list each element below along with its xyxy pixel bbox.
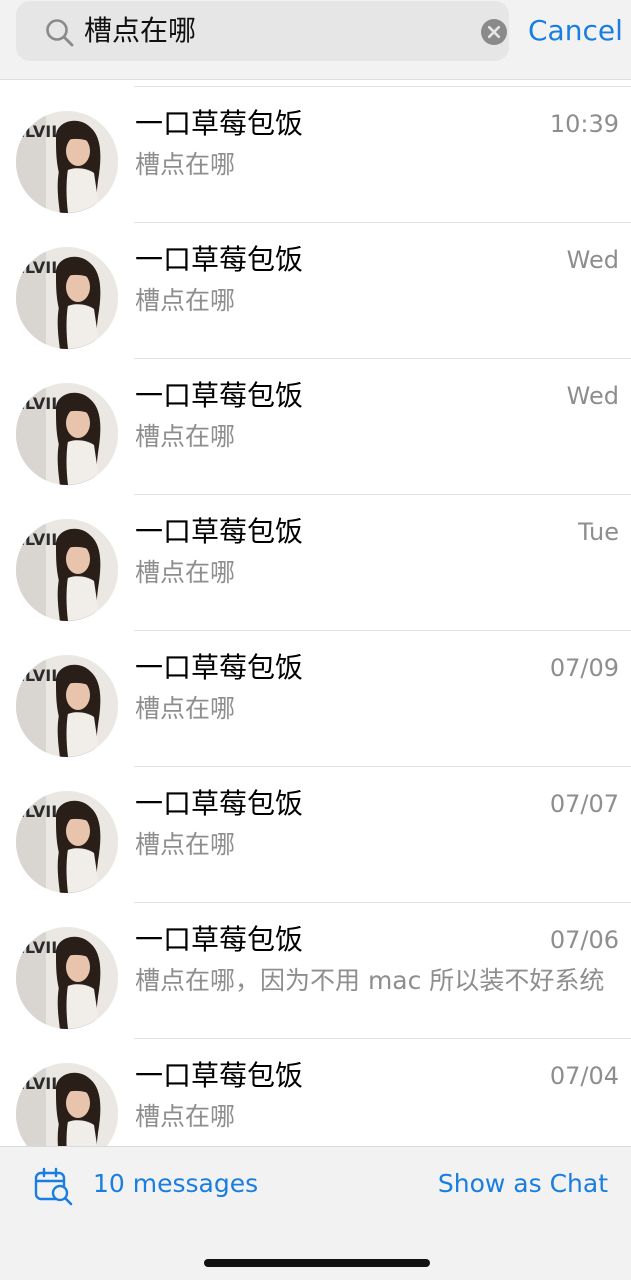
avatar[interactable]: ELVIL	[16, 791, 118, 893]
cancel-button[interactable]: Cancel	[528, 12, 623, 50]
svg-text:ELVIL: ELVIL	[16, 666, 61, 685]
contact-name: 一口草莓包饭	[135, 923, 304, 956]
result-row[interactable]: ELVIL 一口草莓包饭 Wed 槽点在哪	[0, 359, 631, 495]
contact-name: 一口草莓包饭	[135, 1059, 304, 1092]
message-time: Wed	[566, 382, 619, 410]
svg-text:ELVIL: ELVIL	[16, 802, 61, 821]
svg-text:ELVIL: ELVIL	[16, 938, 61, 957]
svg-text:ELVIL: ELVIL	[16, 122, 61, 141]
contact-name: 一口草莓包饭	[135, 787, 304, 820]
contact-name: 一口草莓包饭	[135, 243, 304, 276]
result-row[interactable]: ELVIL 一口草莓包饭 10:39 槽点在哪	[0, 87, 631, 223]
contact-name: 一口草莓包饭	[135, 515, 304, 548]
message-snippet: 槽点在哪，因为不用 mac 所以装不好系统	[135, 966, 605, 995]
calendar-search-icon[interactable]	[34, 1167, 74, 1207]
message-snippet: 槽点在哪	[135, 422, 236, 451]
contact-name: 一口草莓包饭	[135, 379, 304, 412]
avatar[interactable]: ELVIL	[16, 1063, 118, 1146]
message-time: 07/09	[549, 654, 619, 682]
result-row[interactable]: ELVIL 一口草莓包饭 07/04 槽点在哪	[0, 1039, 631, 1146]
message-time: Wed	[566, 246, 619, 274]
search-header: 槽点在哪 Cancel	[0, 0, 631, 80]
show-as-chat-button[interactable]: Show as Chat	[438, 1167, 608, 1201]
result-row[interactable]: ELVIL 一口草莓包饭 07/09 槽点在哪	[0, 631, 631, 767]
message-time: 07/06	[549, 926, 619, 954]
avatar[interactable]: ELVIL	[16, 655, 118, 757]
message-snippet: 槽点在哪	[135, 830, 236, 859]
avatar[interactable]: ELVIL	[16, 519, 118, 621]
avatar[interactable]: ELVIL	[16, 383, 118, 485]
message-time: 10:39	[549, 110, 619, 138]
message-time: 07/07	[549, 790, 619, 818]
bottom-toolbar: 10 messages Show as Chat	[0, 1146, 631, 1280]
message-time: 07/04	[549, 1062, 619, 1090]
avatar[interactable]: ELVIL	[16, 111, 118, 213]
chat-search-screen: 槽点在哪 Cancel ELVIL 一口草莓包饭 10:39 槽点在哪 ELVIL 一口草…	[0, 0, 631, 1280]
clear-icon[interactable]	[480, 18, 508, 46]
message-snippet: 槽点在哪	[135, 694, 236, 723]
message-time: Tue	[578, 518, 619, 546]
svg-text:ELVIL: ELVIL	[16, 1074, 61, 1093]
avatar[interactable]: ELVIL	[16, 247, 118, 349]
message-snippet: 槽点在哪	[135, 1102, 236, 1131]
svg-text:ELVIL: ELVIL	[16, 530, 61, 549]
message-snippet: 槽点在哪	[135, 150, 236, 179]
search-query-text: 槽点在哪	[84, 14, 197, 47]
result-row[interactable]: ELVIL 一口草莓包饭 07/06 槽点在哪，因为不用 mac 所以装不好系统	[0, 903, 631, 1039]
result-row[interactable]: ELVIL 一口草莓包饭 07/07 槽点在哪	[0, 767, 631, 903]
message-count: 10 messages	[93, 1169, 259, 1198]
message-snippet: 槽点在哪	[135, 286, 236, 315]
message-snippet: 槽点在哪	[135, 558, 236, 587]
search-icon	[46, 19, 74, 47]
result-row[interactable]: ELVIL 一口草莓包饭 Wed 槽点在哪	[0, 223, 631, 359]
search-input[interactable]: 槽点在哪	[16, 1, 509, 61]
svg-text:ELVIL: ELVIL	[16, 394, 61, 413]
contact-name: 一口草莓包饭	[135, 107, 304, 140]
home-indicator[interactable]	[204, 1259, 430, 1267]
avatar[interactable]: ELVIL	[16, 927, 118, 1029]
svg-text:ELVIL: ELVIL	[16, 258, 61, 277]
result-row[interactable]: ELVIL 一口草莓包饭 Tue 槽点在哪	[0, 495, 631, 631]
contact-name: 一口草莓包饭	[135, 651, 304, 684]
search-results-list[interactable]: ELVIL 一口草莓包饭 10:39 槽点在哪 ELVIL 一口草莓包饭 Wed 槽点在哪 EL…	[0, 80, 631, 1146]
